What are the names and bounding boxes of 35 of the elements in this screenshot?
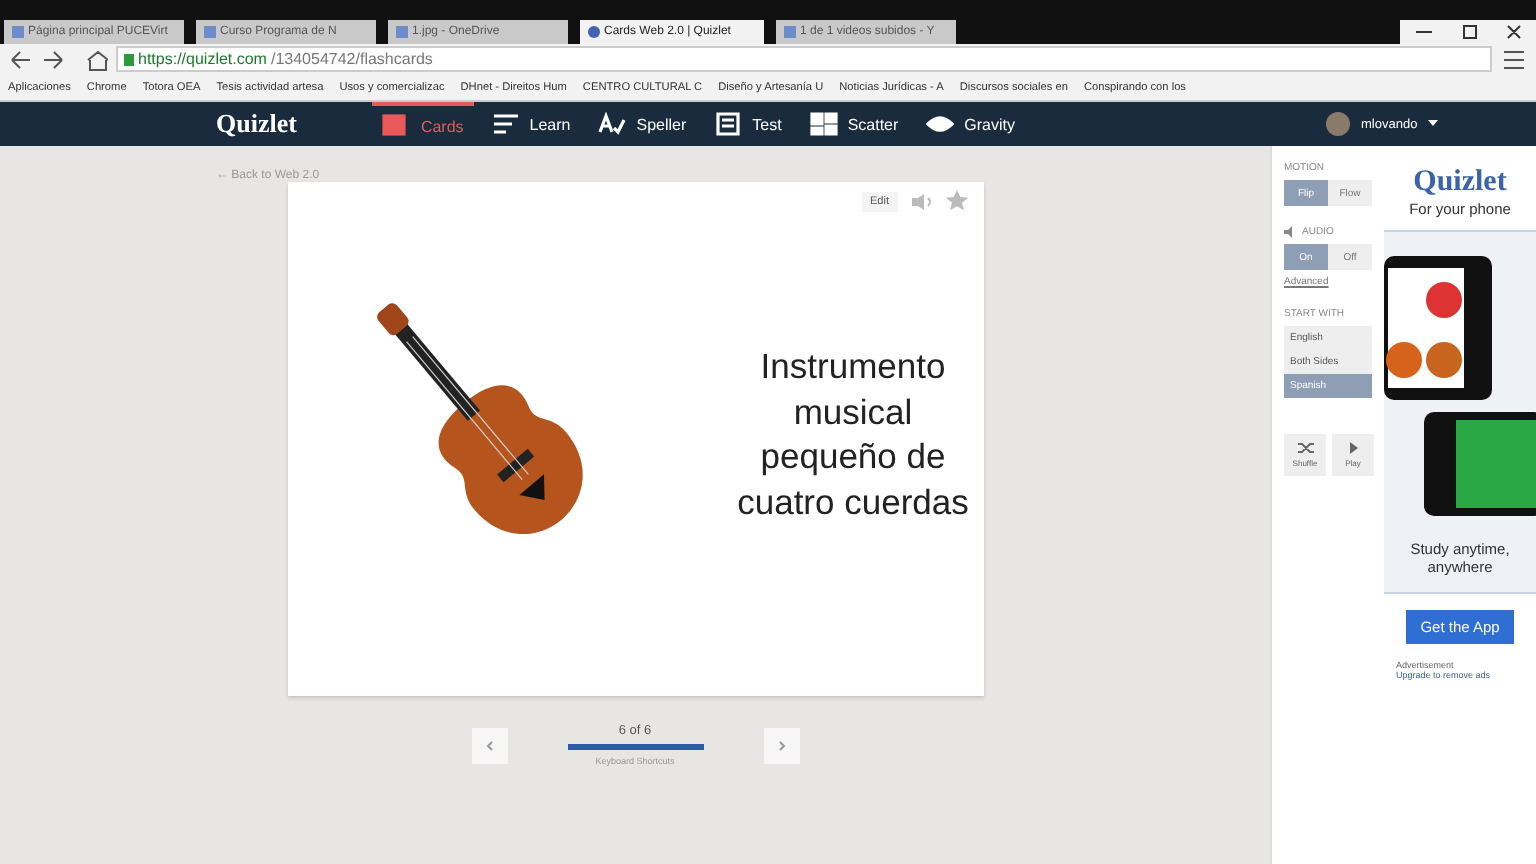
speaker-icon[interactable] — [909, 191, 933, 211]
tab-favicon-icon — [12, 26, 24, 38]
mode-tab[interactable]: Gravity — [916, 102, 1026, 146]
chevron-left-icon — [483, 739, 495, 751]
test-mode-icon — [714, 112, 743, 136]
caret-icon[interactable] — [1427, 120, 1438, 128]
menu-icon[interactable] — [1500, 47, 1528, 71]
tab-favicon-icon — [396, 26, 408, 38]
progress-bar — [567, 744, 703, 750]
chevron-right-icon — [775, 739, 787, 751]
tab-favicon-icon — [784, 26, 796, 38]
lock-icon — [124, 53, 134, 65]
window-controls-icon[interactable] — [1400, 20, 1536, 44]
quizlet-logo: Quizlet — [1413, 166, 1507, 200]
card-term: Instrumento musical pequeño de cuatro cuerdas — [735, 344, 971, 524]
mode-tab[interactable]: Scatter — [799, 102, 909, 146]
quizlet-logo[interactable]: Quizlet — [216, 108, 297, 140]
star-icon[interactable] — [945, 190, 967, 212]
gravity-mode-icon — [926, 112, 955, 136]
speaker-icon — [1284, 226, 1298, 238]
mode-tab[interactable]: Test — [704, 102, 792, 146]
learn-mode-icon — [491, 112, 520, 136]
mode-tab[interactable]: Cards — [372, 102, 474, 146]
tab-favicon-icon — [588, 26, 600, 38]
browser-navigation-icon[interactable] — [8, 47, 108, 71]
mode-tab[interactable]: Learn — [481, 102, 581, 146]
play-icon — [1345, 442, 1361, 454]
scatter-mode-icon — [809, 112, 838, 136]
tab-favicon-icon — [204, 26, 216, 38]
cards-mode-icon — [382, 114, 411, 138]
avatar[interactable] — [1325, 112, 1350, 136]
shuffle-icon — [1297, 442, 1313, 454]
address-bar[interactable]: https://quizlet.com /134054742/flashcards — [116, 46, 1492, 72]
speller-mode-icon — [598, 112, 627, 136]
mode-tab[interactable]: Speller — [588, 102, 697, 146]
